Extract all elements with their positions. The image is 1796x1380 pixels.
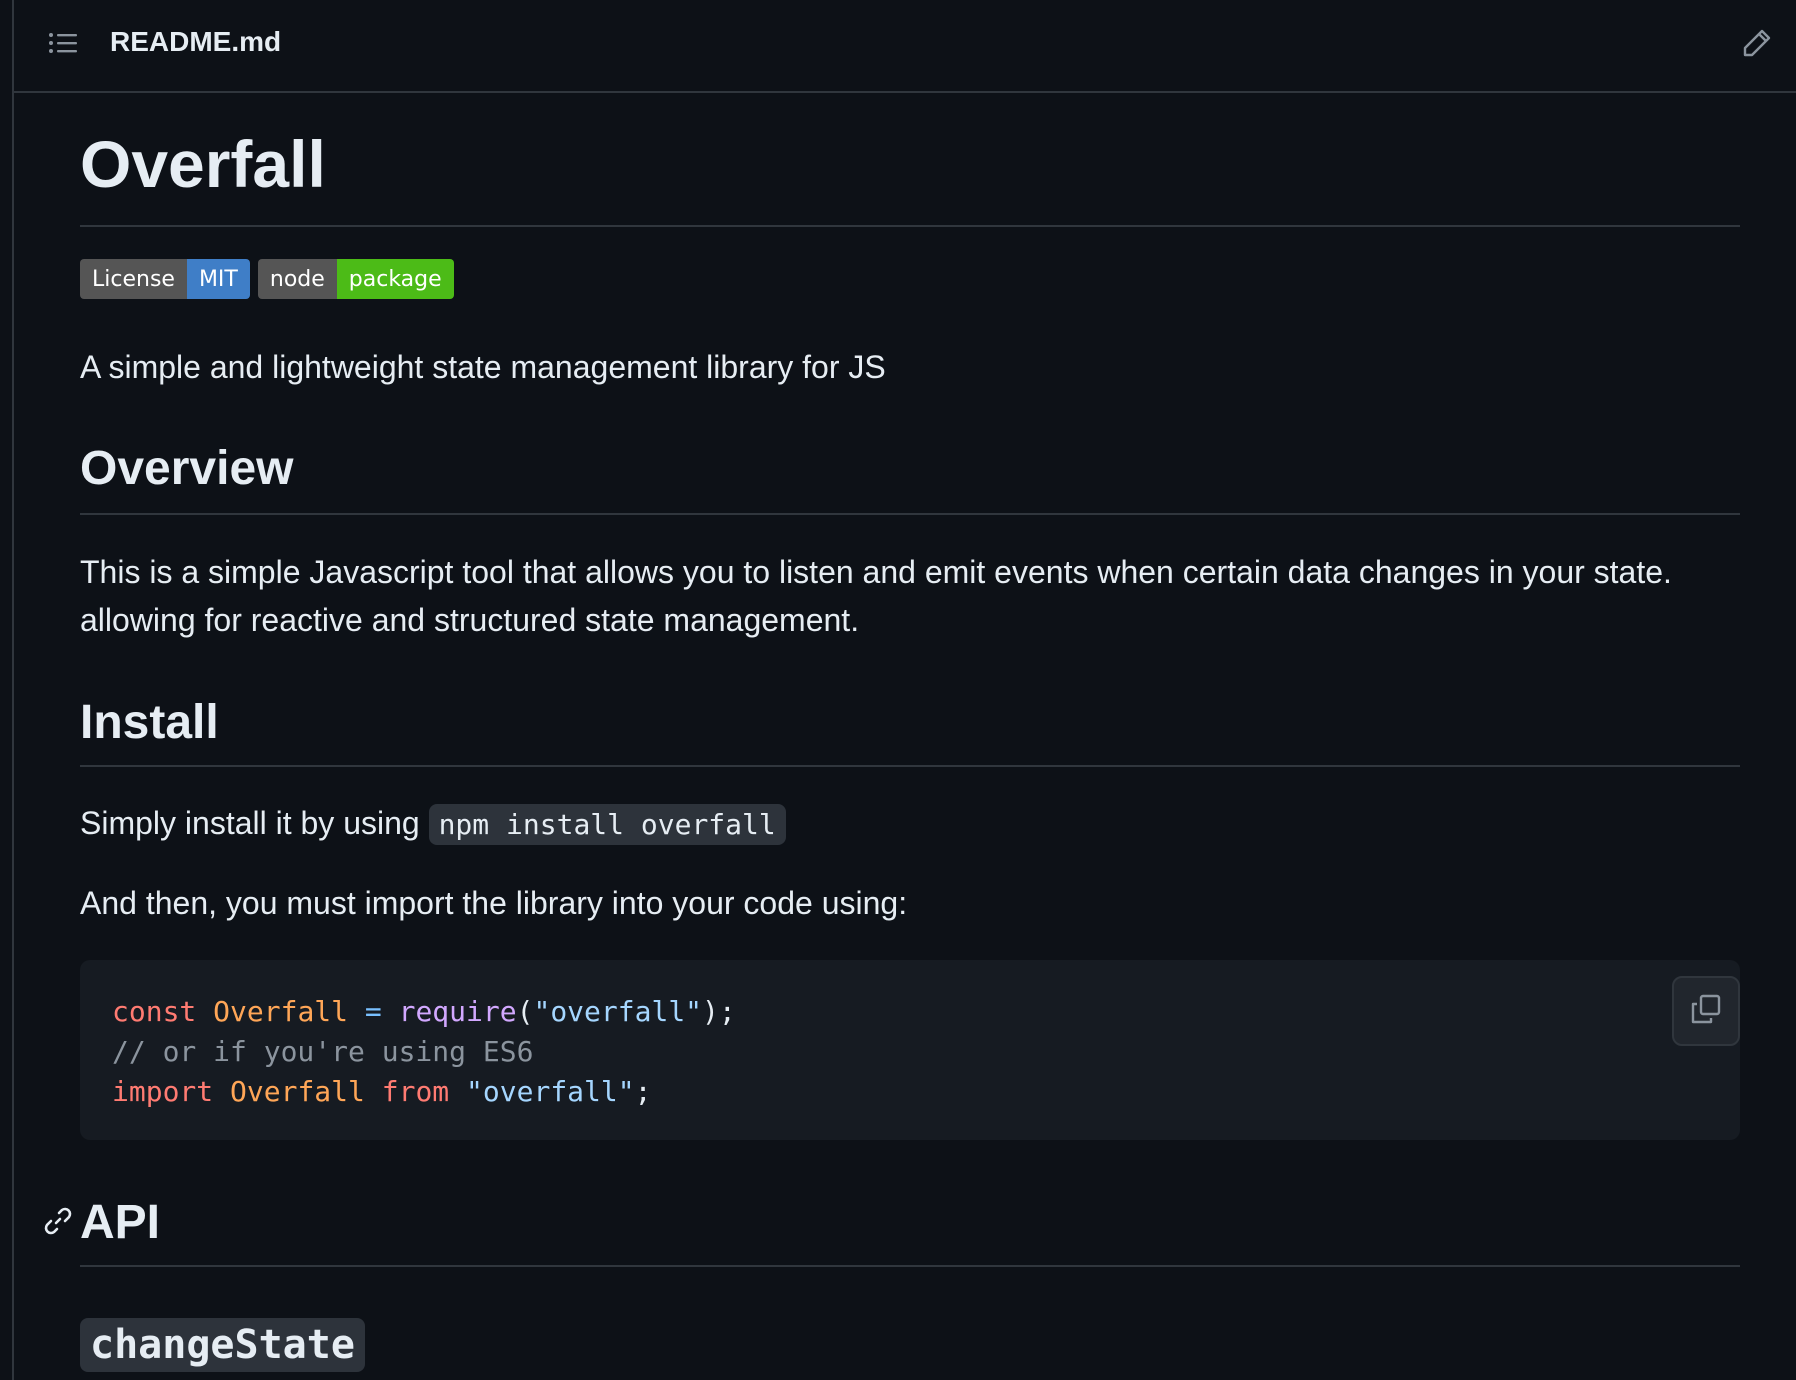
title-divider	[80, 225, 1740, 227]
readme-title: Overfall	[80, 127, 326, 201]
api-divider	[80, 1265, 1740, 1267]
pencil-icon[interactable]	[1740, 26, 1774, 60]
node-badge[interactable]: node package	[257, 259, 454, 299]
code-line: // or if you're using ES6	[112, 1035, 534, 1068]
install-text: Simply install it by using npm install o…	[80, 799, 786, 849]
readme-panel: README.md Overfall License MIT node pack…	[12, 0, 1796, 1380]
file-name: README.md	[110, 26, 282, 57]
code-block: const Overfall = require("overfall"); //…	[80, 960, 1740, 1140]
badge-value: package	[336, 259, 454, 299]
heading-api: API	[80, 1196, 161, 1249]
overview-text: This is a simple Javascript tool that al…	[80, 554, 1672, 638]
inline-code-npm: npm install overfall	[428, 804, 786, 845]
code-content: const Overfall = require("overfall"); //…	[112, 992, 736, 1112]
badge-label: node	[257, 259, 337, 299]
link-icon[interactable]	[42, 1205, 74, 1237]
tagline: A simple and lightweight state managemen…	[80, 349, 886, 385]
code-line: import Overfall from "overfall";	[112, 1075, 652, 1108]
install-divider	[80, 765, 1740, 767]
badge-value: MIT	[186, 259, 250, 299]
import-text: And then, you must import the library in…	[80, 885, 908, 921]
heading-install: Install	[80, 696, 219, 749]
heading-overview: Overview	[80, 442, 294, 495]
install-text-prefix: Simply install it by using	[80, 805, 420, 841]
overview-divider	[80, 513, 1740, 515]
code-line: const Overfall = require("overfall");	[112, 995, 736, 1028]
heading-changestate: changeState	[80, 1318, 365, 1372]
license-badge[interactable]: License MIT	[80, 259, 250, 299]
copy-button[interactable]	[1672, 976, 1740, 1046]
badge-label: License	[80, 259, 187, 299]
readme-header: README.md	[14, 0, 1796, 93]
copy-icon	[1689, 992, 1723, 1031]
badge-row: License MIT node package	[80, 259, 454, 299]
list-unordered-icon[interactable]	[46, 28, 80, 62]
